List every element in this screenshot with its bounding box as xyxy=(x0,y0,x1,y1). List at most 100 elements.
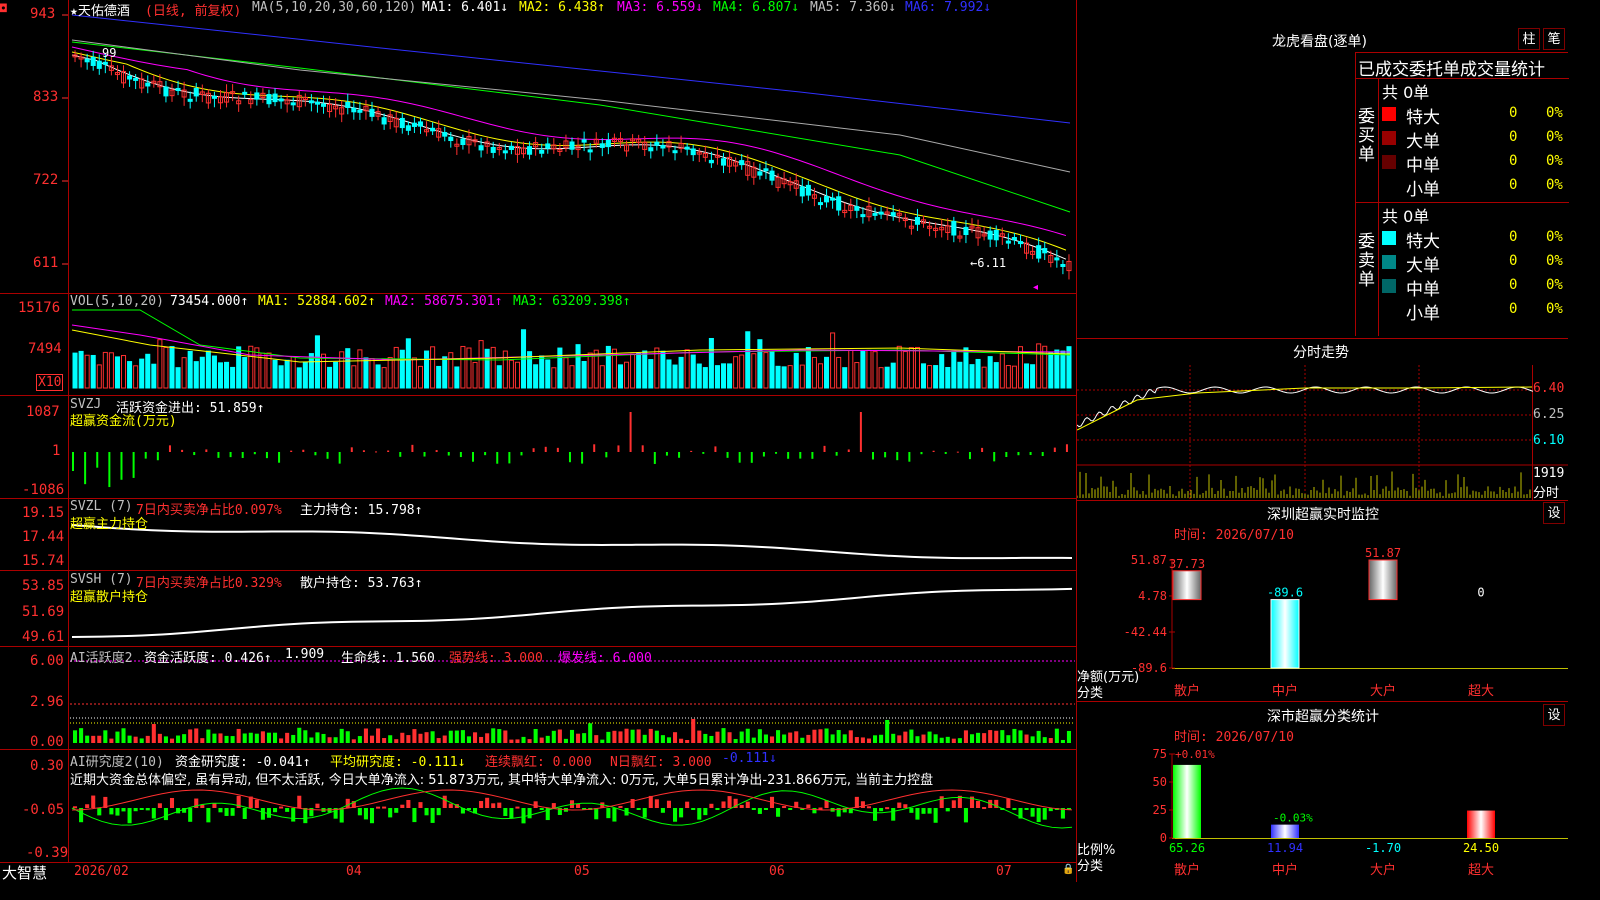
research-bar xyxy=(169,797,175,808)
monitor-settings-button[interactable]: 设 xyxy=(1543,502,1565,524)
flow-bar xyxy=(411,444,414,452)
activity-bar xyxy=(321,733,326,743)
close-corner-icon[interactable]: ◘ xyxy=(0,2,7,15)
flow-bar xyxy=(726,452,729,458)
volume-bar xyxy=(775,365,781,389)
research-bar xyxy=(382,806,387,809)
svzj-tick: 1087 xyxy=(26,404,60,420)
ai2-label: AI研究度2(10) xyxy=(70,755,164,770)
flow-bar xyxy=(484,452,487,456)
volume-bar xyxy=(678,356,684,389)
flow-bar xyxy=(132,452,135,478)
buy-row-count: 0 xyxy=(1509,129,1518,145)
research-bar xyxy=(91,795,96,808)
flow-bar xyxy=(629,412,632,452)
intraday-chart[interactable] xyxy=(1077,360,1568,500)
activity-bar xyxy=(976,732,981,743)
volume-bar xyxy=(430,346,436,389)
monitor-bar-label: -89.6 xyxy=(1267,586,1303,600)
tick-mode-button[interactable]: 笔 xyxy=(1543,28,1565,50)
flow-bar xyxy=(338,452,341,464)
activity-bar xyxy=(606,731,611,743)
ma6-value: MA6: 7.992↓ xyxy=(905,0,992,15)
activity-bar xyxy=(727,732,732,743)
svzl-tick: 19.15 xyxy=(22,505,65,521)
activity-bar xyxy=(1006,735,1011,743)
ai1-value-b: 1.909 xyxy=(285,647,325,662)
research-bar xyxy=(115,808,120,816)
volume-bar xyxy=(824,356,830,389)
volume-bar xyxy=(811,356,817,389)
volume-bar xyxy=(351,365,357,389)
volume-bar xyxy=(690,354,696,389)
candle-body xyxy=(508,145,514,150)
candle-body xyxy=(102,61,108,65)
ai-activity-bars xyxy=(70,660,1075,743)
svzl-hold: 主力持仓: 15.798↑ xyxy=(300,503,423,518)
volume-bar xyxy=(939,354,945,389)
volume-bar xyxy=(745,331,751,389)
volume-bar xyxy=(848,349,854,389)
volume-bar xyxy=(836,356,842,389)
activity-bar xyxy=(691,718,696,743)
volume-bar xyxy=(781,366,787,389)
flow-bar xyxy=(181,449,184,452)
research-bar xyxy=(739,804,744,808)
ma6-line xyxy=(71,14,1071,124)
volume-bar xyxy=(951,350,957,389)
research-bar xyxy=(745,801,750,808)
buy-side-label: 委买单 xyxy=(1358,107,1375,165)
volume-bars xyxy=(71,309,1072,389)
candle-body xyxy=(84,58,90,63)
activity-bar xyxy=(618,731,623,743)
activity-bar xyxy=(927,731,932,743)
ai2-nday-red: N日飘红: 3.000 xyxy=(610,755,712,770)
candle-body xyxy=(527,146,533,155)
kline-chart-area[interactable] xyxy=(0,0,1077,882)
monitor-category: 中户 xyxy=(1272,683,1298,699)
lock-icon[interactable]: 🔒 xyxy=(1062,864,1074,875)
ai2-tick: 0.30 xyxy=(30,758,64,774)
flow-bar xyxy=(823,445,826,452)
volume-bar xyxy=(884,366,890,389)
activity-bar xyxy=(406,735,411,743)
volume-bar xyxy=(733,356,739,389)
classify-value: -1.70 xyxy=(1365,841,1401,855)
flow-bar xyxy=(956,451,959,453)
volume-bar xyxy=(496,365,502,389)
activity-bar xyxy=(897,735,902,743)
candle-body xyxy=(836,196,842,211)
activity-bar xyxy=(885,719,890,743)
candle-body xyxy=(381,117,387,125)
research-bar xyxy=(260,808,265,820)
activity-bar xyxy=(660,735,665,743)
volume-bar xyxy=(411,357,417,389)
candle-body xyxy=(1042,248,1048,254)
activity-bar xyxy=(715,731,720,743)
flow-bar xyxy=(968,452,971,460)
volume-bar xyxy=(739,354,745,389)
activity-bar xyxy=(315,732,320,743)
activity-bar xyxy=(309,737,314,743)
research-bar xyxy=(97,808,102,816)
volume-bar xyxy=(308,353,314,389)
research-bar xyxy=(873,808,878,821)
volume-bar xyxy=(333,361,339,389)
activity-bar xyxy=(491,728,496,743)
dragon-tab-header[interactable]: 已成交委托单成交量统计 xyxy=(1358,55,1545,80)
period-label[interactable]: (日线, 前复权) xyxy=(145,0,241,19)
research-bar xyxy=(933,808,938,823)
candle-body xyxy=(145,82,151,87)
activity-bar xyxy=(969,734,975,743)
candle-body xyxy=(127,75,133,80)
candle-body xyxy=(193,87,199,97)
classify-settings-button[interactable]: 设 xyxy=(1543,704,1565,726)
bar-mode-button[interactable]: 柱 xyxy=(1518,28,1540,50)
svsh-tick: 53.85 xyxy=(22,578,65,594)
candle-body xyxy=(854,206,860,211)
activity-bar xyxy=(157,733,162,743)
monitor-tick-label: 4.78 xyxy=(1138,589,1167,603)
activity-bar xyxy=(1042,737,1047,743)
flow-bar xyxy=(314,452,317,456)
volume-bar xyxy=(375,364,381,389)
